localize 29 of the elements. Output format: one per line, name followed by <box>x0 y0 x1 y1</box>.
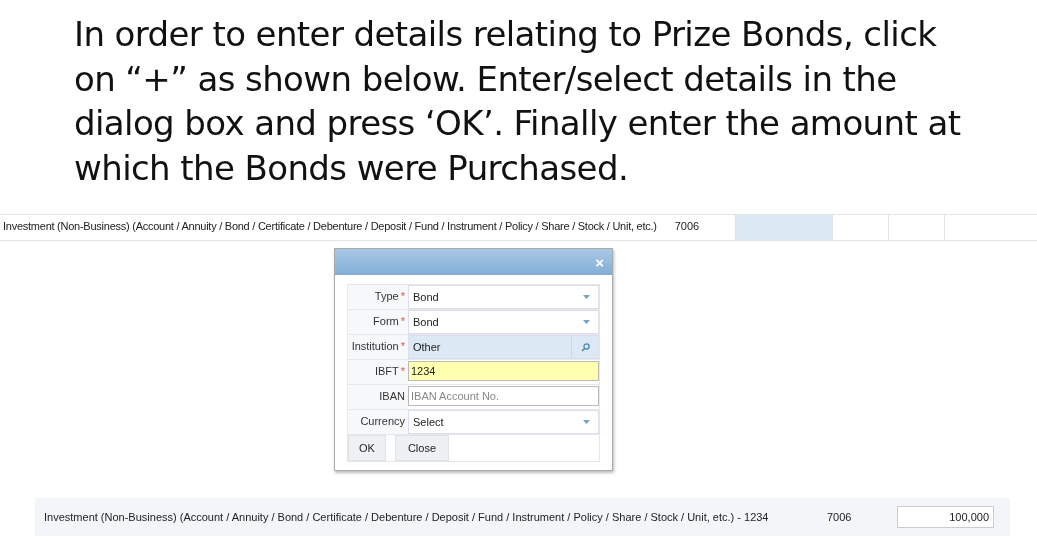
field-label: IBAN <box>348 385 408 409</box>
select-field[interactable]: Bond <box>408 285 599 309</box>
required-mark: * <box>400 290 405 302</box>
ok-button[interactable]: OK <box>348 435 386 461</box>
select-field[interactable]: Bond <box>408 310 599 334</box>
account-description: Investment (Non-Business) (Account / Annuity / Bond / Certificate / Debenture / Deposit / Fund / Instrument / Policy / Share / Stock / Unit, etc.) - 1234 <box>43 511 770 523</box>
required-mark: * <box>400 315 405 327</box>
instruction-text: In order to enter details relating to Prize Bonds, click on “+” as shown below. Enter/select details in the dialog box and press ‘OK’. Finally enter the amount at which the Bonds were Purchased. <box>73 13 962 190</box>
amount-field[interactable] <box>734 215 832 240</box>
close-button[interactable]: Close <box>394 435 450 461</box>
required-mark: * <box>400 365 405 377</box>
field-label: Form * <box>348 310 408 334</box>
select-field[interactable]: Select <box>408 410 599 434</box>
text-field[interactable]: IBAN Account No. <box>408 386 599 406</box>
text-field[interactable]: 1234 <box>408 361 599 381</box>
caret-icon <box>583 295 590 299</box>
account-code: 7006 <box>826 511 853 523</box>
field-label: Currency <box>348 410 408 434</box>
account-description: Investment (Non-Business) (Account / Annuity / Bond / Certificate / Debenture / Deposit / Fund / Instrument / Policy / Share / Stock / Unit, etc.) <box>2 219 657 234</box>
search-icon <box>580 342 590 352</box>
amount-field[interactable]: 100,000 <box>897 506 994 528</box>
account-code: 7006 <box>673 219 701 234</box>
field-label: Institution * <box>348 335 408 359</box>
field-label: IBFT * <box>348 360 408 384</box>
caret-icon <box>583 320 590 324</box>
lookup-field[interactable]: Other <box>408 335 599 359</box>
caret-icon <box>583 420 590 424</box>
required-mark: * <box>400 340 405 352</box>
field-label: Type * <box>348 285 408 309</box>
